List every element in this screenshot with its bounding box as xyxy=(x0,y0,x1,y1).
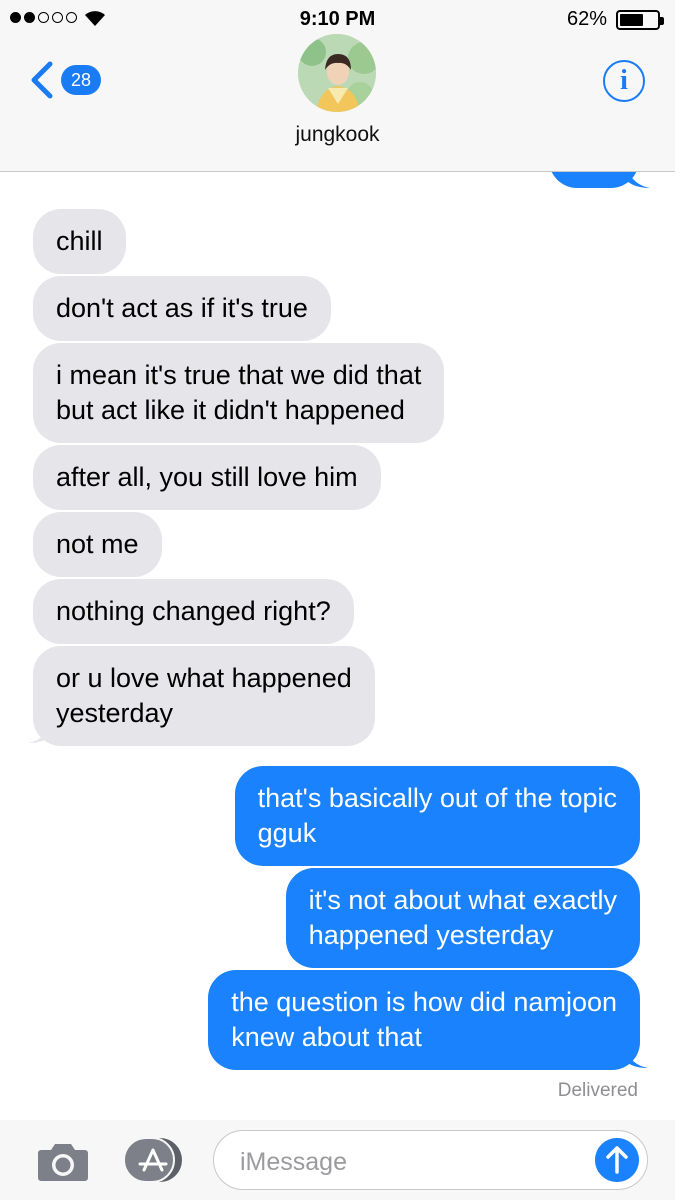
bubble-tail xyxy=(624,1044,648,1068)
battery-percent: 62% xyxy=(566,8,607,30)
message-bubble-incoming[interactable]: not me xyxy=(33,512,162,577)
delivered-status: Delivered xyxy=(557,1080,638,1101)
avatar-photo xyxy=(298,34,376,112)
unread-count-badge: 28 xyxy=(61,65,102,95)
contact-name[interactable]: jungkook xyxy=(0,123,675,147)
back-button[interactable]: 28 xyxy=(28,60,102,100)
message-bubble-outgoing[interactable]: it's not about what exactly happened yes… xyxy=(285,868,640,968)
app-store-icon[interactable] xyxy=(122,1136,184,1184)
message-bubble-incoming[interactable]: nothing changed right? xyxy=(33,579,354,644)
message-bubble-outgoing[interactable]: that's basically out of the topic gguk xyxy=(234,766,640,866)
message-input-placeholder: iMessage xyxy=(240,1148,347,1176)
bubble-tail xyxy=(28,719,52,743)
message-input[interactable]: iMessage xyxy=(213,1130,648,1190)
back-chevron-icon xyxy=(31,61,53,99)
message-list[interactable]: chill don't act as if it's true i mean i… xyxy=(0,172,675,1118)
compose-bar: iMessage xyxy=(0,1120,675,1200)
message-bubble-incoming[interactable]: i mean it's true that we did that but ac… xyxy=(33,343,445,443)
send-arrow-icon[interactable] xyxy=(595,1138,639,1182)
message-bubble-incoming[interactable]: chill xyxy=(33,209,126,274)
info-button[interactable]: i xyxy=(603,60,645,102)
battery-fill xyxy=(620,14,643,26)
battery-nub xyxy=(660,17,664,25)
message-bubble-incoming[interactable]: or u love what happened yesterday xyxy=(33,646,375,746)
status-bar: 9:10 PM 62% xyxy=(0,0,675,40)
contact-avatar[interactable] xyxy=(298,34,376,112)
message-bubble-incoming[interactable]: don't act as if it's true xyxy=(33,276,331,341)
battery-icon xyxy=(616,10,664,30)
bubble-tail xyxy=(626,172,650,188)
message-bubble-incoming[interactable]: after all, you still love him xyxy=(33,445,381,510)
info-icon: i xyxy=(620,65,628,96)
message-bubble-outgoing[interactable]: the question is how did namjoon knew abo… xyxy=(208,970,640,1070)
camera-icon[interactable] xyxy=(37,1140,89,1182)
